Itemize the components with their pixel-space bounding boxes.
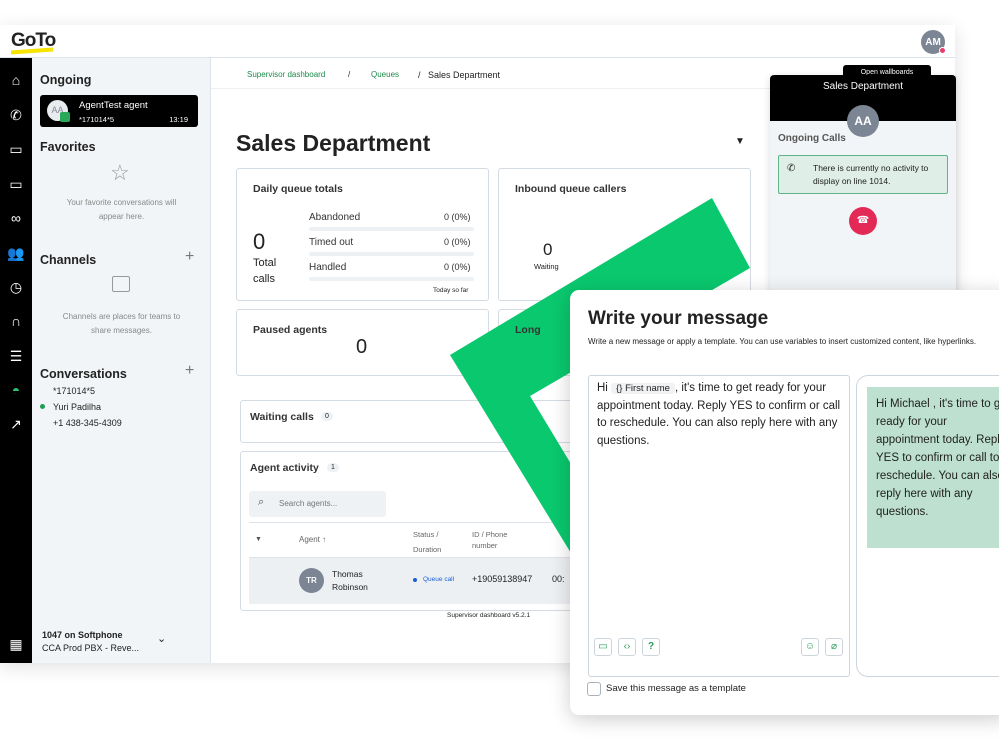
preview-bubble: Hi Michael , it's time to get ready for …: [867, 387, 999, 548]
emoji-icon[interactable]: ☺: [801, 638, 819, 656]
card-title: Long: [515, 324, 541, 336]
greeting-text: Hi: [597, 382, 608, 394]
first-name-variable-chip[interactable]: {} First name: [611, 383, 675, 394]
message-preview: Hi Michael , it's time to get ready for …: [856, 375, 999, 677]
attachment-icon[interactable]: ⌀: [825, 638, 843, 656]
message-textarea[interactable]: Hi {} First name, it's time to get ready…: [588, 375, 850, 677]
code-icon[interactable]: ‹›: [618, 638, 636, 656]
dialog-title: Write your message: [588, 308, 769, 329]
help-icon[interactable]: ?: [642, 638, 660, 656]
dialog-subtitle: Write a new message or apply a template.…: [588, 337, 977, 346]
save-template-checkbox[interactable]: [587, 682, 601, 696]
save-template-label[interactable]: Save this message as a template: [606, 683, 746, 694]
template-icon[interactable]: ▭: [594, 638, 612, 656]
write-message-dialog: Write your message Write a new message o…: [570, 290, 999, 715]
